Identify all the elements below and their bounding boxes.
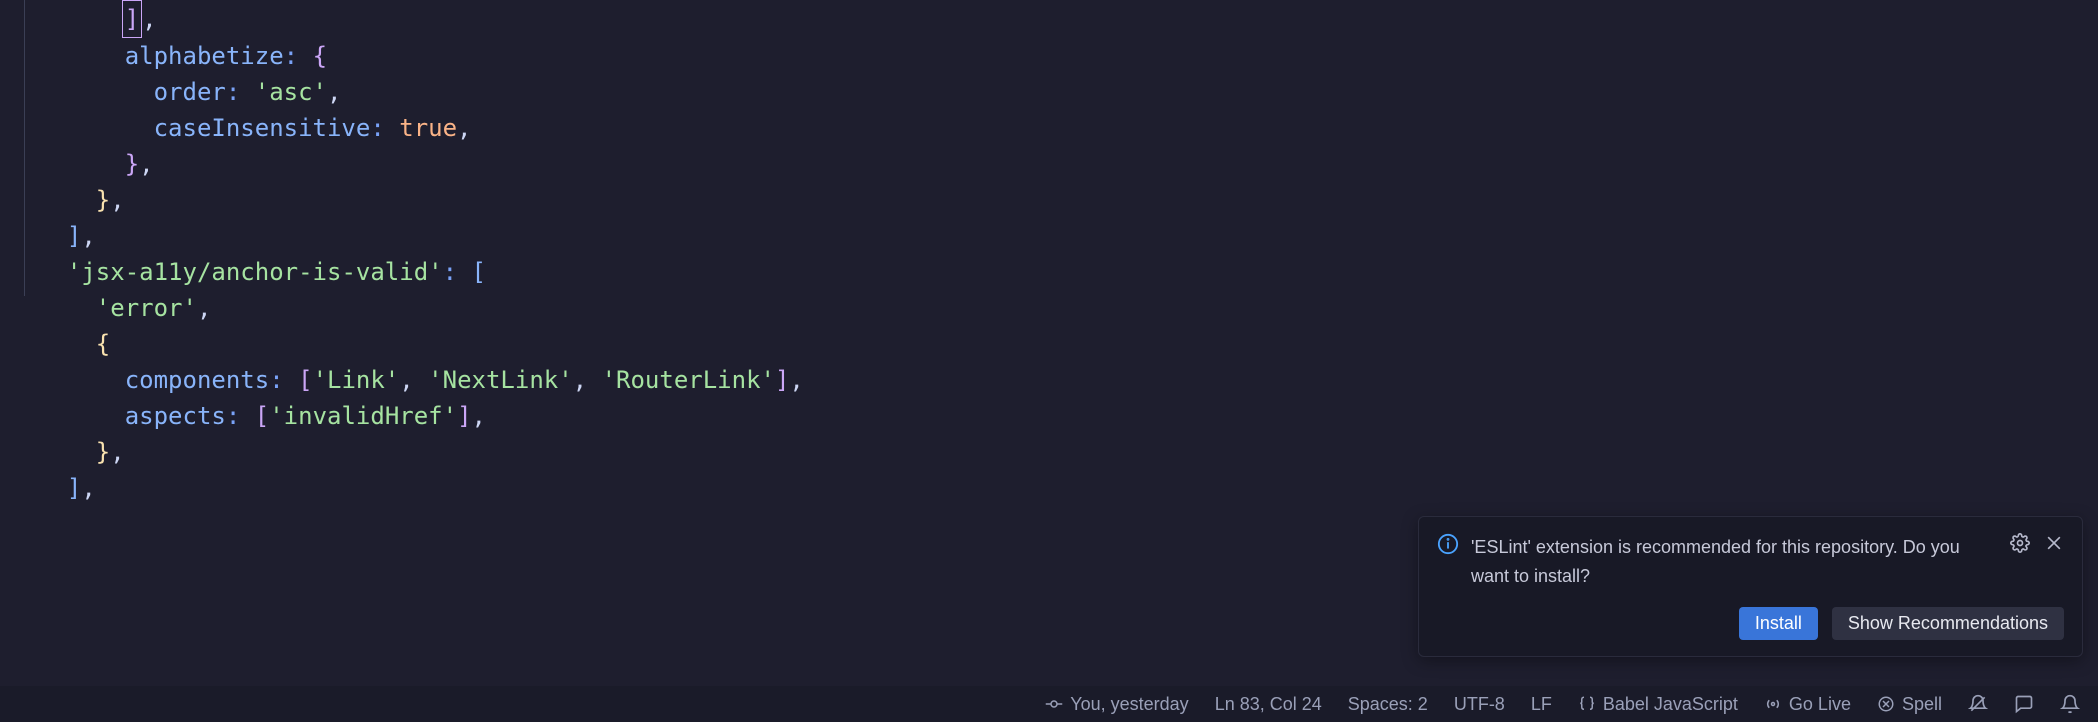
status-eol[interactable]: LF: [1531, 691, 1552, 718]
code-line: 'error',: [38, 290, 804, 326]
code-line: },: [38, 146, 804, 182]
status-spell[interactable]: Spell: [1877, 691, 1942, 718]
cursor-bracket: ]: [122, 0, 142, 38]
code-line: 'jsx-a11y/anchor-is-valid': [: [38, 254, 804, 290]
code-line: ],: [38, 470, 804, 506]
code-line: },: [38, 434, 804, 470]
indent-guide: [24, 0, 25, 296]
show-recommendations-button[interactable]: Show Recommendations: [1832, 607, 2064, 640]
status-notifications-none-icon[interactable]: [1968, 694, 1988, 714]
status-label: You, yesterday: [1070, 691, 1188, 718]
code-line: alphabetize: {: [38, 38, 804, 74]
status-bar: You, yesterday Ln 83, Col 24 Spaces: 2 U…: [0, 686, 2098, 722]
status-indentation[interactable]: Spaces: 2: [1348, 691, 1428, 718]
status-label: Go Live: [1789, 691, 1851, 718]
notification-toast: 'ESLint' extension is recommended for th…: [1418, 516, 2083, 657]
code-line: caseInsensitive: true,: [38, 110, 804, 146]
code-line: ],: [38, 218, 804, 254]
status-cursor-position[interactable]: Ln 83, Col 24: [1215, 691, 1322, 718]
install-button[interactable]: Install: [1739, 607, 1818, 640]
status-label: LF: [1531, 691, 1552, 718]
code-line: components: ['Link', 'NextLink', 'Router…: [38, 362, 804, 398]
code-line: order: 'asc',: [38, 74, 804, 110]
status-label: UTF-8: [1454, 691, 1505, 718]
status-label: Spaces: 2: [1348, 691, 1428, 718]
info-icon: [1437, 533, 1459, 591]
status-language-mode[interactable]: Babel JavaScript: [1578, 691, 1738, 718]
status-git-blame[interactable]: You, yesterday: [1045, 691, 1188, 718]
circle-x-icon: [1877, 695, 1895, 713]
code-line: },: [38, 182, 804, 218]
status-label: Babel JavaScript: [1603, 691, 1738, 718]
status-bell-icon[interactable]: [2060, 694, 2080, 714]
git-commit-icon: [1045, 695, 1063, 713]
status-label: Ln 83, Col 24: [1215, 691, 1322, 718]
code-editor[interactable]: ], alphabetize: { order: 'asc', caseInse…: [0, 0, 804, 506]
gear-icon[interactable]: [2010, 533, 2030, 553]
status-label: Spell: [1902, 691, 1942, 718]
status-feedback-icon[interactable]: [2014, 694, 2034, 714]
broadcast-icon: [1764, 695, 1782, 713]
braces-icon: [1578, 695, 1596, 713]
status-encoding[interactable]: UTF-8: [1454, 691, 1505, 718]
status-go-live[interactable]: Go Live: [1764, 691, 1851, 718]
code-line: aspects: ['invalidHref'],: [38, 398, 804, 434]
close-icon[interactable]: [2044, 533, 2064, 553]
code-line: ],: [38, 0, 804, 38]
code-line: {: [38, 326, 804, 362]
notification-message: 'ESLint' extension is recommended for th…: [1471, 533, 1998, 591]
